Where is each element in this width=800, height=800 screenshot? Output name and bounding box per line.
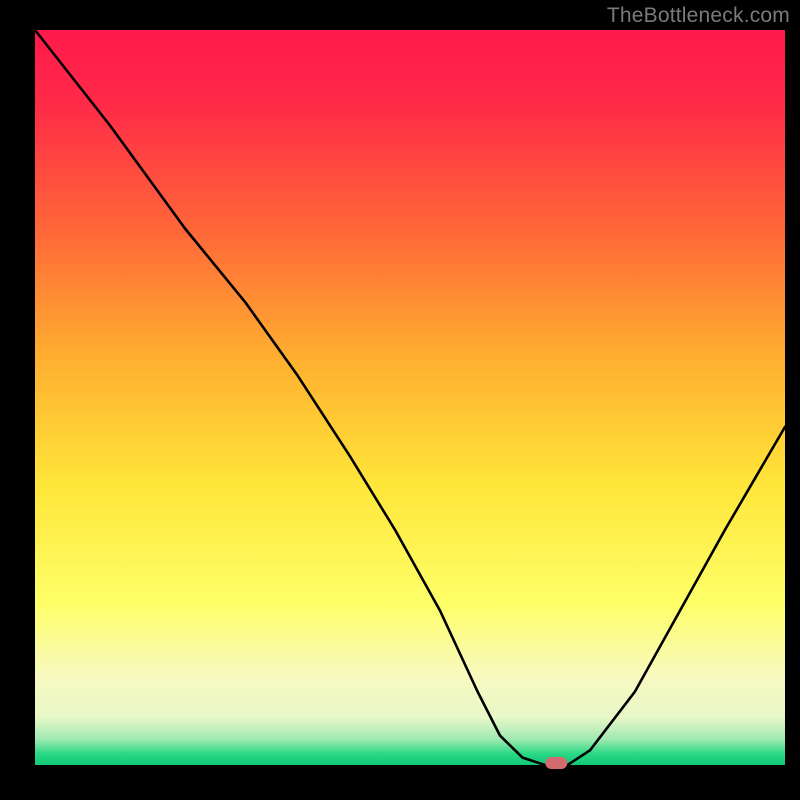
minimum-marker bbox=[545, 757, 567, 769]
plot-area-gradient bbox=[35, 30, 785, 765]
chart-frame: TheBottleneck.com bbox=[0, 0, 800, 800]
bottleneck-plot bbox=[0, 0, 800, 800]
